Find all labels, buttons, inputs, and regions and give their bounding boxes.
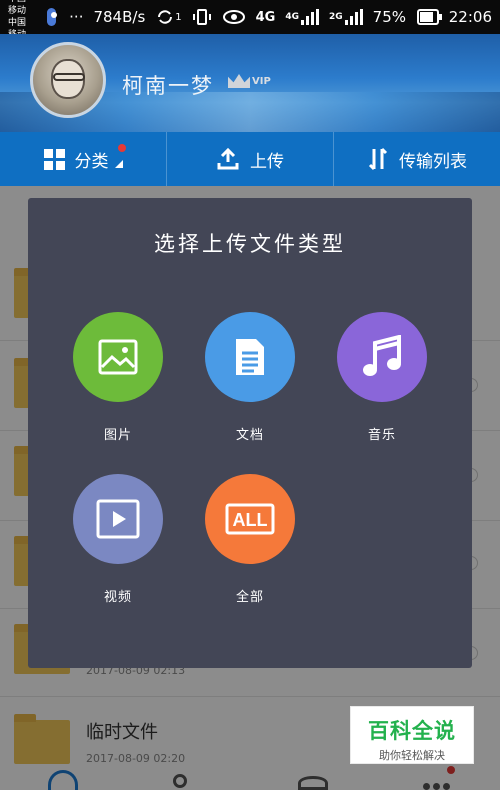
transfer-list-button[interactable]: 传输列表 — [334, 132, 500, 186]
signal-2: 4G — [285, 9, 320, 25]
net-type-2: 4G — [285, 12, 300, 22]
crown-icon — [228, 74, 250, 88]
option-image[interactable]: 图片 — [63, 312, 173, 443]
option-all-label: 全部 — [235, 590, 264, 605]
music-icon — [363, 335, 401, 376]
overflow-dots: ··· — [69, 8, 84, 26]
option-music-circle[interactable] — [337, 312, 427, 402]
signal-bars-icon — [301, 9, 320, 25]
option-all-circle[interactable]: ALL — [205, 474, 295, 564]
signal-bars-icon — [344, 9, 363, 25]
option-all[interactable]: ALL 全部 — [195, 474, 305, 605]
sim-badge: 1 — [175, 11, 182, 23]
battery-percent: 75% — [372, 8, 407, 26]
option-image-label: 图片 — [103, 428, 132, 443]
option-music-label: 音乐 — [367, 428, 396, 443]
option-document-label: 文档 — [235, 428, 264, 443]
option-video[interactable]: 视频 — [63, 474, 173, 605]
video-icon — [96, 499, 140, 539]
watermark-sub: 助你轻松解决 — [379, 749, 445, 762]
vibrate-icon — [192, 8, 212, 26]
option-image-circle[interactable] — [73, 312, 163, 402]
upload-icon — [217, 147, 239, 170]
all-icon: ALL — [225, 503, 275, 535]
transfer-icon — [368, 147, 388, 171]
signal-1: 4G — [256, 10, 276, 25]
action-toolbar: 分类 上传 传输列表 — [0, 132, 500, 186]
option-video-label: 视频 — [103, 590, 132, 605]
category-label: 分类 — [74, 151, 109, 172]
category-button[interactable]: 分类 — [0, 132, 167, 186]
location-icon — [46, 8, 57, 26]
watermark-main: 百科全说 — [368, 719, 456, 743]
battery-fill — [420, 12, 434, 22]
vip-badge[interactable]: VIP — [228, 74, 271, 88]
watermark-logo: 百科全说 助你轻松解决 — [350, 706, 474, 764]
document-icon — [236, 339, 264, 375]
network-speed: 784B/s — [93, 8, 146, 26]
clock: 22:06 — [448, 8, 492, 26]
avatar-glasses — [53, 73, 85, 81]
dialog-title: 选择上传文件类型 — [154, 232, 346, 256]
option-music[interactable]: 音乐 — [327, 312, 437, 443]
option-video-circle[interactable] — [73, 474, 163, 564]
transfer-label: 传输列表 — [399, 151, 467, 172]
upload-button[interactable]: 上传 — [167, 132, 334, 186]
avatar[interactable] — [30, 42, 106, 118]
profile-header: 柯南一梦 VIP — [0, 34, 500, 132]
upload-type-dialog: 选择上传文件类型 图片 文档 音乐 视频 ALL 全部 — [28, 198, 472, 668]
status-bar: 中国移动 中国移动 ··· 784B/s 1 4G 4G 2G 75% 22:0… — [0, 0, 500, 40]
vip-label: VIP — [252, 75, 271, 87]
option-document[interactable]: 文档 — [195, 312, 305, 443]
net-type-3: 2G — [329, 12, 343, 22]
corner-triangle-icon — [114, 160, 123, 168]
username: 柯南一梦 — [122, 74, 214, 98]
grid-icon — [43, 148, 65, 170]
image-icon — [98, 339, 138, 375]
svg-text:ALL: ALL — [233, 510, 268, 530]
sync-icon: 1 — [155, 8, 182, 26]
net-type-1: 4G — [255, 9, 276, 25]
carrier-1: 中国移动 — [8, 0, 27, 16]
notification-dot — [118, 144, 126, 152]
option-document-circle[interactable] — [205, 312, 295, 402]
battery-icon — [417, 9, 442, 25]
upload-label: 上传 — [250, 151, 284, 172]
eye-comfort-icon — [222, 9, 246, 25]
signal-3: 2G — [329, 9, 363, 25]
